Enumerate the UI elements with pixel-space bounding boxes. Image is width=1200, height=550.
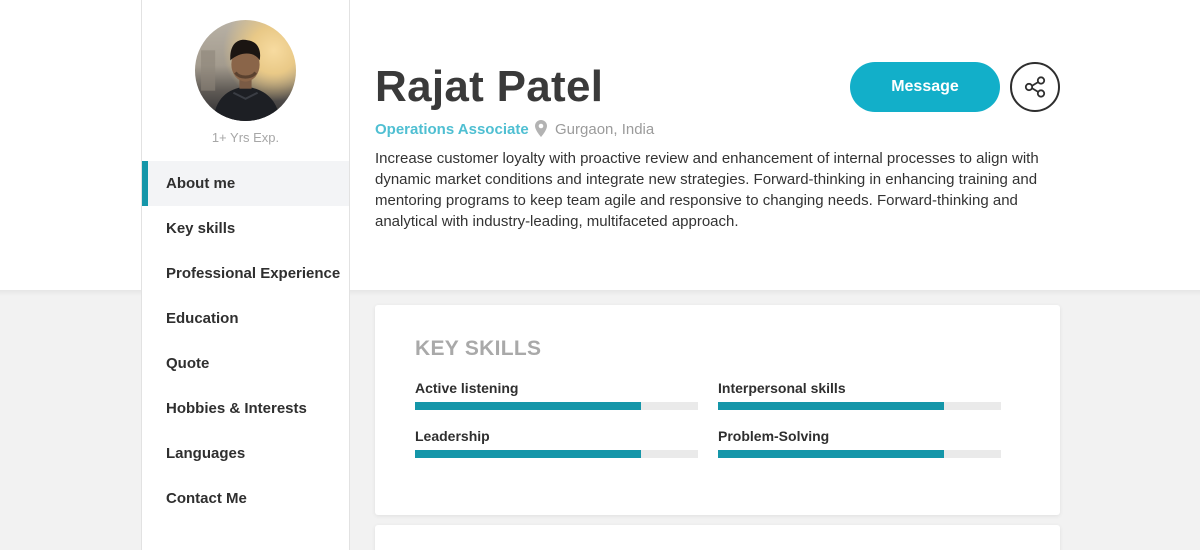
sidebar-item-education[interactable]: Education	[142, 296, 349, 341]
profile-page: 1+ Yrs Exp. About me Key skills Professi…	[0, 0, 1200, 550]
job-title: Operations Associate	[375, 121, 529, 138]
skill-label: Interpersonal skills	[718, 380, 846, 396]
sidebar-item-hobbies-interests[interactable]: Hobbies & Interests	[142, 386, 349, 431]
skill-bar-fill	[718, 402, 945, 410]
next-section-card	[375, 525, 1060, 550]
location-pin-icon	[535, 120, 547, 137]
skill-bar-fill	[415, 402, 642, 410]
sidebar-item-quote[interactable]: Quote	[142, 341, 349, 386]
avatar	[195, 20, 296, 121]
skill-bar-track	[718, 450, 1001, 458]
skill-bar-fill	[415, 450, 642, 458]
skill-bar-fill	[718, 450, 945, 458]
share-icon	[1024, 76, 1046, 98]
sidebar-item-key-skills[interactable]: Key skills	[142, 206, 349, 251]
skill-label: Problem-Solving	[718, 428, 830, 444]
skill-item: Leadership	[415, 428, 698, 458]
skill-bar-track	[415, 402, 698, 410]
profile-name: Rajat Patel	[375, 62, 604, 111]
sidebar-item-about-me[interactable]: About me	[142, 161, 349, 206]
key-skills-heading: KEY SKILLS	[415, 337, 542, 360]
skill-label: Active listening	[415, 380, 519, 396]
avatar-photo	[201, 39, 280, 121]
location-text: Gurgaon, India	[555, 121, 655, 138]
sidebar: 1+ Yrs Exp. About me Key skills Professi…	[141, 0, 350, 550]
skill-bar-track	[718, 402, 1001, 410]
skill-item: Problem-Solving	[718, 428, 1001, 458]
share-button[interactable]	[1010, 62, 1060, 112]
bio-text: Increase customer loyalty with proactive…	[375, 150, 1039, 230]
sidebar-nav: About me Key skills Professional Experie…	[142, 161, 349, 521]
message-button[interactable]: Message	[850, 62, 1000, 112]
sidebar-item-professional-experience[interactable]: Professional Experience	[142, 251, 349, 296]
experience-label: 1+ Yrs Exp.	[211, 130, 280, 145]
skill-item: Active listening	[415, 380, 698, 410]
skill-item: Interpersonal skills	[718, 380, 1001, 410]
skill-bar-track	[415, 450, 698, 458]
sidebar-item-contact-me[interactable]: Contact Me	[142, 476, 349, 521]
key-skills-card: KEY SKILLS Active listening Interpersona…	[375, 305, 1060, 515]
sidebar-item-languages[interactable]: Languages	[142, 431, 349, 476]
skill-label: Leadership	[415, 428, 490, 444]
